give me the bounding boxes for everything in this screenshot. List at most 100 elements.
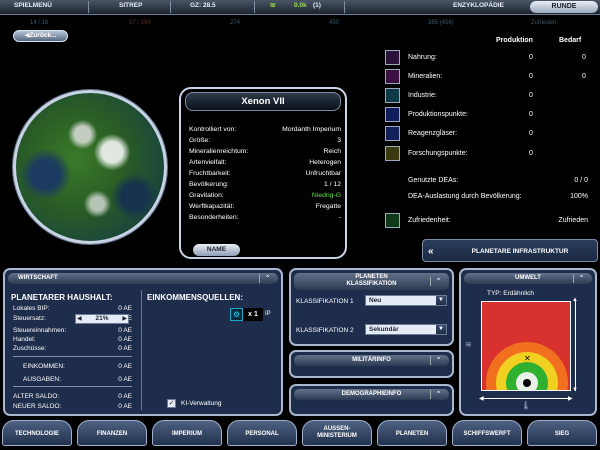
enzyklopadie-button[interactable]: ENZYKLOPÄDIE (453, 2, 504, 9)
info-value: Reich (323, 148, 341, 155)
nav-sieg[interactable]: SIEG (527, 420, 597, 446)
production-value: 0 (529, 111, 533, 118)
collapse-icon[interactable]: ⌃ (259, 274, 275, 283)
production-row: Reagenzgläser: 0 (385, 126, 588, 142)
ki-verwaltung-checkbox[interactable]: ✓ (167, 399, 176, 408)
typ-label: TYP: (487, 290, 502, 297)
nav-label: PERSONAL (245, 431, 279, 437)
ausgaben-label: AUSGABEN: (23, 376, 61, 383)
info-row: Werftkapazität: Fregatte (189, 203, 341, 213)
production-value: 0 (529, 54, 533, 61)
einkommen-value: 0 AE (118, 363, 132, 370)
bedarf-value: 0 (582, 73, 586, 80)
income-source-count: x 1 (243, 308, 263, 321)
alter-saldo-value: 0 AE (118, 393, 132, 400)
back-button[interactable]: ◀Zurück... (13, 30, 68, 42)
minerals-icon (385, 69, 400, 84)
production-label: Reagenzgläser: (408, 130, 458, 137)
collapse-icon[interactable]: ⌃ (430, 277, 446, 286)
collapse-icon[interactable]: ⌃ (430, 356, 446, 365)
umwelt-title: UMWELT (515, 275, 541, 281)
demographieinfo-header: DEMOGRAPHIEINFO ⌃ (294, 389, 449, 400)
stat-6: Zufrieden (531, 20, 557, 26)
nav-finanzen[interactable]: FINANZEN (77, 420, 147, 446)
ausgaben-value: 0 AE (118, 376, 132, 383)
budget-row: Zuschüsse: 0 AE (13, 345, 132, 352)
k2-label: KLASSIFIKATION 2 (296, 327, 354, 334)
collapse-icon[interactable]: ⌃ (430, 390, 446, 399)
haushalt-title: PLANETARER HAUSHALT: (11, 293, 113, 302)
production-label: Industrie: (408, 92, 437, 99)
arrow-up-icon: ▲ (572, 297, 578, 303)
budget-value: 0 AE (118, 305, 132, 312)
target-marker-icon: ✕ (524, 354, 531, 363)
divider (13, 386, 132, 387)
humidity-axis (575, 301, 576, 391)
test-tube-icon (385, 126, 400, 141)
k1-value: Neu (369, 297, 382, 304)
info-row: Mineralienreichtum: Reich (189, 148, 341, 158)
k1-select[interactable]: Neu ▼ (365, 295, 447, 306)
militarinfo-panel[interactable]: MILITÄRINFO ⌃ (289, 350, 454, 378)
spielmenu-button[interactable]: SPIELMENÜ (14, 2, 52, 9)
planetary-infrastructure-button[interactable]: « PLANETARE INFRASTRUKTUR (422, 239, 598, 262)
food-icon (385, 50, 400, 65)
collapse-icon[interactable]: ⌃ (573, 274, 589, 283)
rename-button[interactable]: NAME (193, 244, 240, 256)
klassifikation-title-2: KLASSIFIKATION (346, 281, 397, 287)
info-value: Fregatte (315, 203, 341, 210)
nav-imperium[interactable]: IMPERIUM (152, 420, 222, 446)
increase-arrow-icon[interactable]: ▶ (122, 315, 127, 323)
alter-saldo-label: ALTER SALDO: (13, 393, 60, 400)
research-icon (385, 146, 400, 161)
runde-button[interactable]: RUNDE (530, 1, 598, 13)
production-row: Industrie: 0 (385, 88, 588, 104)
tax-rate-stepper[interactable]: ◀ 21% ▶ (75, 314, 129, 324)
info-row: Artenvielfalt: Heterogen (189, 159, 341, 169)
production-label: Mineralien: (408, 73, 443, 80)
divider (13, 356, 132, 357)
budget-label: Lokales BIP: (13, 305, 50, 312)
demographieinfo-panel[interactable]: DEMOGRAPHIEINFO ⌃ (289, 384, 454, 416)
production-icon (385, 107, 400, 122)
nav-schiffswerft[interactable]: SCHIFFSWERFT (452, 420, 522, 446)
nav-aussenministerium[interactable]: AUSSEN- MINISTERIUM (302, 420, 372, 446)
nav-label: AUSSEN- MINISTERIUM (317, 426, 357, 439)
ausgaben-row: AUSGABEN: 0 AE (23, 376, 132, 383)
game-time: GZ: 28.5 (190, 2, 216, 9)
stat-1: 14 / 16 (30, 20, 49, 26)
stat-2: 67 / 195 (129, 20, 151, 26)
k2-value: Sekundär (369, 326, 399, 333)
info-value: Heterogen (309, 159, 341, 166)
budget-row: Handel: 0 AE (13, 336, 132, 343)
industry-icon: ⚙ (230, 308, 243, 321)
wirtschaft-panel: WIRTSCHAFT ⌃ PLANETARER HAUSHALT: EINKOM… (3, 268, 283, 416)
k1-label: KLASSIFIKATION 1 (296, 298, 354, 305)
info-label: Gravitation: (189, 192, 224, 199)
typ-line: TYP: Erdähnlich (487, 290, 534, 297)
k2-select[interactable]: Sekundär ▼ (365, 324, 447, 335)
stat-5: 385 (456) (428, 20, 454, 26)
nav-label: TECHNOLOGIE (14, 431, 59, 437)
demographieinfo-title: DEMOGRAPHIEINFO (341, 391, 402, 397)
chevron-down-icon: ▼ (436, 296, 446, 305)
budget-label: Steuereinnahmen: (13, 327, 67, 334)
thermometer-icon: 🌡 (521, 401, 532, 410)
credits-value: 0.0k (294, 2, 307, 9)
nav-technologie[interactable]: TECHNOLOGIE (2, 420, 72, 446)
income-source: ⚙ x 1 IP (230, 308, 272, 322)
nav-planeten[interactable]: PLANETEN (377, 420, 447, 446)
tax-rate-value: 21% (95, 315, 109, 322)
info-row: Größe: 3 (189, 137, 341, 147)
budget-label: Steuersatz: (13, 315, 46, 322)
info-row: Bevölkerung: 1 / 12 (189, 181, 341, 191)
production-value: 0 (529, 92, 533, 99)
info-row: Kontrolliert von: Mordanth Imperium (189, 126, 341, 136)
info-value: Mordanth Imperium (282, 126, 341, 133)
nav-label: SCHIFFSWERFT (463, 431, 511, 437)
sitrep-button[interactable]: SITREP (119, 2, 142, 9)
bedarf-value: 0 (582, 54, 586, 61)
nav-personal[interactable]: PERSONAL (227, 420, 297, 446)
production-value: 0 (529, 73, 533, 80)
decrease-arrow-icon[interactable]: ◀ (77, 315, 82, 323)
